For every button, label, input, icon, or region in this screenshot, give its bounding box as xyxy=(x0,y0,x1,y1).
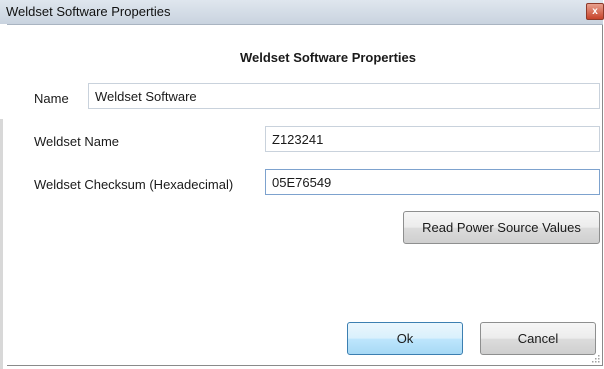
window-left-edge xyxy=(0,24,7,369)
weldset-name-field[interactable] xyxy=(265,126,600,152)
properties-window: Weldset Software Properties x Weldset So… xyxy=(0,0,604,369)
name-field[interactable] xyxy=(88,83,600,109)
close-button[interactable]: x xyxy=(586,3,604,20)
checksum-field[interactable] xyxy=(265,169,600,195)
left-edge-divider xyxy=(0,119,3,369)
close-icon: x xyxy=(592,6,598,17)
ok-button[interactable]: Ok xyxy=(347,322,463,355)
weldset-name-label: Weldset Name xyxy=(34,134,120,149)
checksum-label: Weldset Checksum (Hexadecimal) xyxy=(34,177,234,192)
cancel-button[interactable]: Cancel xyxy=(480,322,596,355)
read-power-source-button[interactable]: Read Power Source Values xyxy=(403,211,600,244)
resize-grip-icon[interactable] xyxy=(590,353,602,365)
dialog-heading: Weldset Software Properties xyxy=(239,50,417,65)
window-title: Weldset Software Properties xyxy=(6,4,171,19)
title-bar[interactable]: Weldset Software Properties x xyxy=(0,0,604,25)
name-label: Name xyxy=(34,91,69,106)
